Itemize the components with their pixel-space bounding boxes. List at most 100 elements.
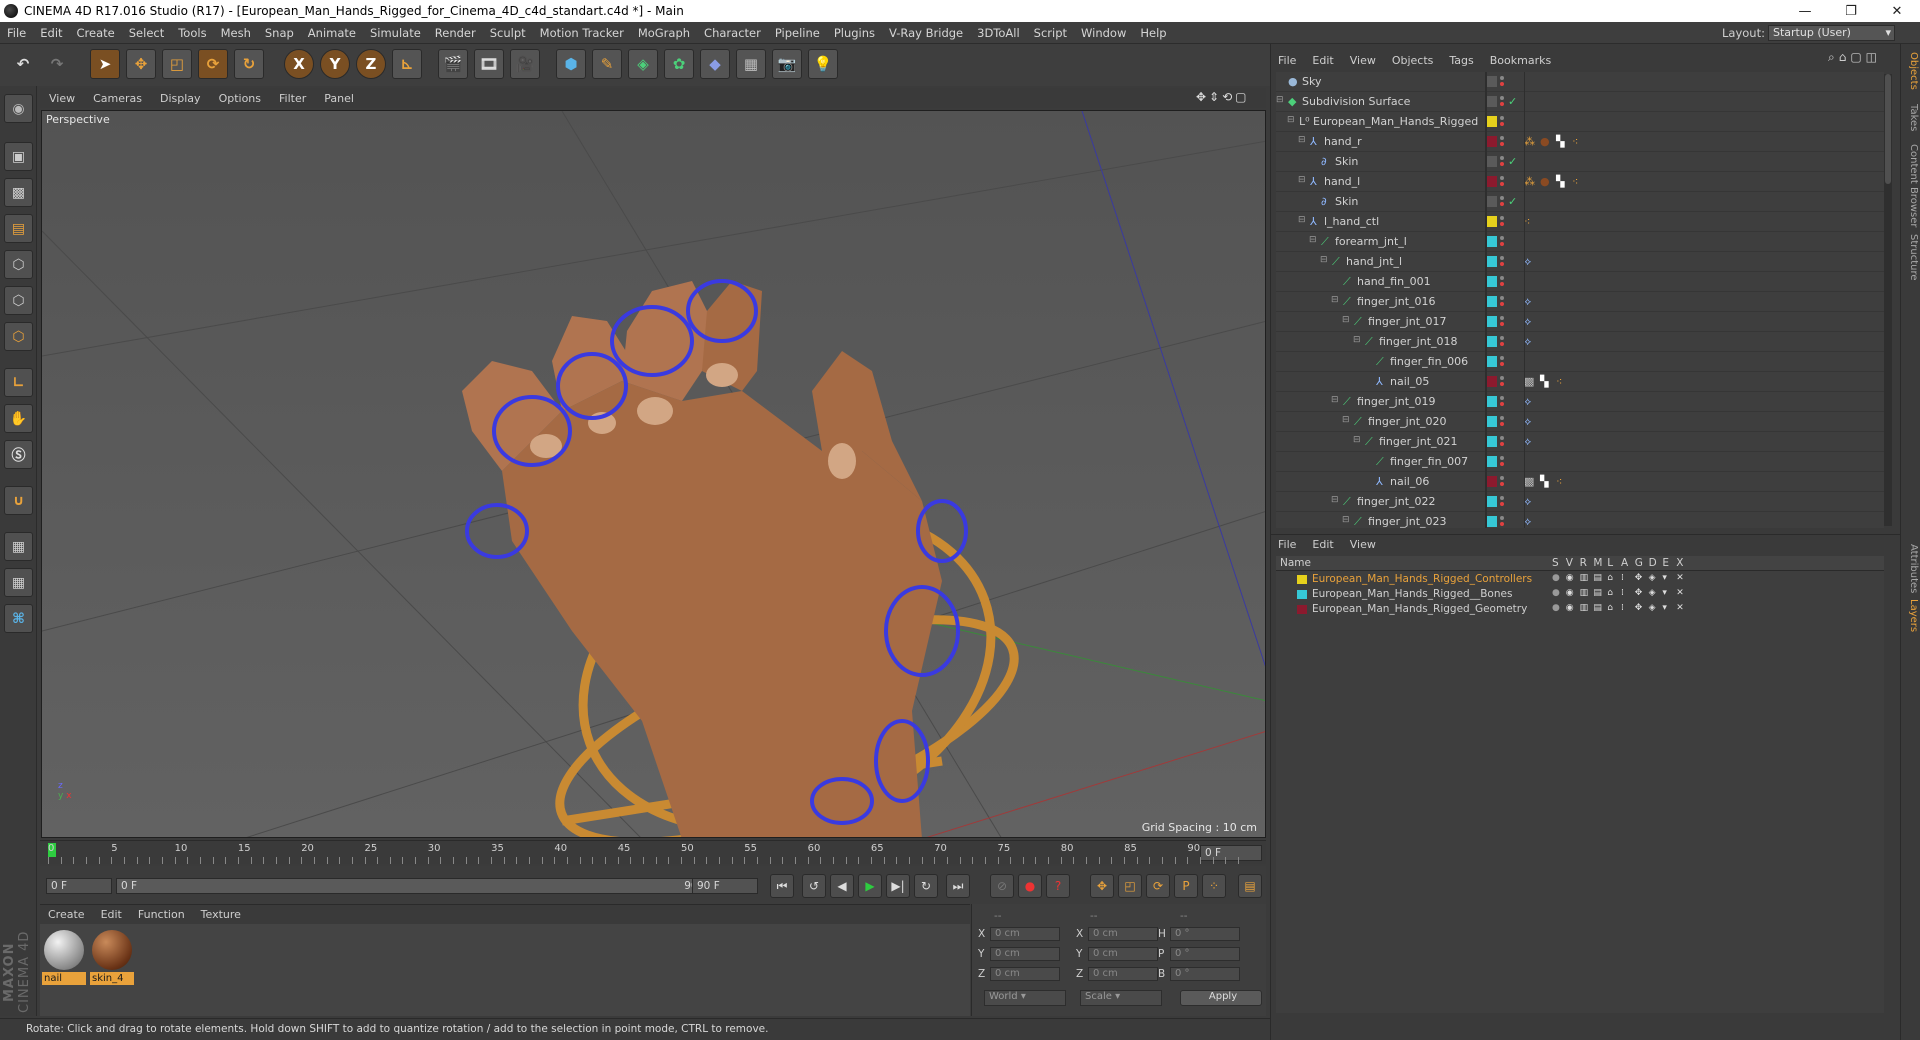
constraint-tag-icon[interactable]: ⟡ [1524, 435, 1538, 449]
visibility-dots-icon[interactable] [1500, 215, 1505, 229]
deformer-icon[interactable]: ◆ [700, 49, 730, 79]
viewport-menu-panel[interactable]: Panel [315, 92, 363, 105]
object-row[interactable]: ⟋ finger_fin_006 [1276, 352, 1884, 372]
menu-file[interactable]: File [0, 26, 33, 40]
menu-pipeline[interactable]: Pipeline [768, 26, 827, 40]
expand-toggle-icon[interactable]: ⊟ [1342, 315, 1354, 327]
column-divider[interactable] [1524, 72, 1525, 528]
constraint-tag-icon[interactable]: ⟡ [1524, 315, 1538, 329]
visibility-dots-icon[interactable] [1500, 515, 1505, 528]
expand-toggle-icon[interactable] [1364, 475, 1376, 487]
expand-toggle-icon[interactable] [1364, 375, 1376, 387]
layer-color-swatch[interactable] [1297, 605, 1307, 614]
visibility-dots-icon[interactable] [1500, 495, 1505, 509]
menu-select[interactable]: Select [122, 26, 171, 40]
scrollbar-thumb[interactable] [1885, 74, 1891, 184]
material-tag-icon[interactable]: ▩ [1524, 375, 1538, 389]
layer-menu-view[interactable]: View [1342, 538, 1384, 551]
layer-flag-icon[interactable]: ✕ [1676, 588, 1684, 598]
object-row[interactable]: ⟋ finger_fin_007 [1276, 452, 1884, 472]
next-key-icon[interactable]: ↻ [914, 874, 938, 898]
step-forward-icon[interactable]: ▶| [886, 874, 910, 898]
scale-icon[interactable]: ◰ [162, 49, 192, 79]
layer-flag-icon[interactable]: ✥ [1635, 573, 1643, 583]
layer-row[interactable]: European_Man_Hands_Rigged_Geometry ● ◉ ▥ ▤ ⌂ ⁞… [1276, 602, 1884, 617]
timeline-ruler[interactable]: 0 F 0 5 10 15 20 25 30 35 40 45 50 55 60 65 70 75 80 85 90 [40, 840, 1266, 864]
side-tab-objects[interactable]: Objects [1903, 52, 1919, 90]
z-axis-lock[interactable]: Z [356, 49, 386, 79]
end-frame-field[interactable]: 90 F [692, 878, 758, 894]
expand-toggle-icon[interactable] [1309, 195, 1321, 207]
ik-tag-icon[interactable]: ⁖ [1572, 175, 1586, 189]
texture-tag-icon[interactable]: ▚ [1556, 135, 1570, 149]
step-back-icon[interactable]: ◀ [830, 874, 854, 898]
layer-flag-icon[interactable]: ● [1552, 573, 1560, 583]
material-skin[interactable]: skin_4 [90, 928, 134, 985]
menu-3dtoall[interactable]: 3DToAll [970, 26, 1027, 40]
expand-toggle-icon[interactable]: ⊟ [1298, 175, 1310, 187]
visibility-dots-icon[interactable] [1500, 95, 1505, 109]
menu-create[interactable]: Create [70, 26, 122, 40]
polygons-mode-icon[interactable]: ⬡ [4, 322, 33, 351]
material-tag-icon[interactable]: ▩ [1524, 475, 1538, 489]
visibility-dots-icon[interactable] [1500, 415, 1505, 429]
object-row[interactable]: ⊟ ⟋ finger_jnt_020 ⟡ [1276, 412, 1884, 432]
menu-character[interactable]: Character [697, 26, 768, 40]
viewport-menu-cameras[interactable]: Cameras [84, 92, 151, 105]
edges-mode-icon[interactable]: ⬡ [4, 286, 33, 315]
expand-toggle-icon[interactable]: ⊟ [1353, 335, 1365, 347]
layer-flag-icon[interactable]: ✕ [1676, 603, 1684, 613]
coordinate-system-icon[interactable]: ⊾ [392, 49, 422, 79]
key-scale-icon[interactable]: ◰ [1118, 874, 1142, 898]
column-divider[interactable] [1485, 72, 1487, 528]
x-axis-lock[interactable]: X [284, 49, 314, 79]
texture-mode-icon[interactable]: ▩ [4, 178, 33, 207]
model-mode-icon[interactable]: ▣ [4, 142, 33, 171]
visibility-dots-icon[interactable] [1500, 235, 1505, 249]
coordinate-field[interactable]: 0 ° [1170, 967, 1240, 981]
visibility-dots-icon[interactable] [1500, 355, 1505, 369]
object-row[interactable]: ⊟ ⅄ hand_r ⁂ ● ▚ ⁖ [1276, 132, 1884, 152]
expand-toggle-icon[interactable]: ⊟ [1342, 415, 1354, 427]
expand-toggle-icon[interactable]: ⊟ [1353, 435, 1365, 447]
layer-flag-icon[interactable]: ▤ [1593, 588, 1602, 598]
menu-mograph[interactable]: MoGraph [631, 26, 697, 40]
layer-column-s[interactable]: S [1552, 557, 1559, 569]
layer-column-l[interactable]: L [1607, 557, 1613, 569]
object-row[interactable]: ⅄ nail_06 ▩ ▚ ⁖ [1276, 472, 1884, 492]
close-button[interactable]: ✕ [1874, 0, 1920, 22]
constraint-tag-icon[interactable]: ⟡ [1524, 255, 1538, 269]
visibility-dots-icon[interactable] [1500, 375, 1505, 389]
render-view-icon[interactable]: 🎬 [438, 49, 468, 79]
layer-flag-icon[interactable]: ✥ [1635, 588, 1643, 598]
material-menu-function[interactable]: Function [130, 908, 193, 921]
layer-flag-icon[interactable]: ▾ [1662, 603, 1667, 613]
texture-tag-icon[interactable]: ▚ [1540, 475, 1554, 489]
tweak-mode-icon[interactable]: ✋ [4, 404, 33, 433]
autokey-icon[interactable]: ? [1046, 874, 1070, 898]
menu-v-ray-bridge[interactable]: V-Ray Bridge [882, 26, 970, 40]
layer-flag-icon[interactable]: ● [1552, 603, 1560, 613]
layer-column-x[interactable]: X [1676, 557, 1683, 569]
python-icon[interactable]: ⌘ [4, 604, 33, 633]
expand-toggle-icon[interactable]: ⊟ [1298, 215, 1310, 227]
object-menu-view[interactable]: View [1342, 54, 1384, 67]
texture-tag-icon[interactable]: ▚ [1540, 375, 1554, 389]
object-row[interactable]: ∂ Skin ✓ [1276, 152, 1884, 172]
side-tab-structure[interactable]: Structure [1903, 234, 1919, 281]
ik-tag-icon[interactable]: ⁖ [1556, 475, 1570, 489]
coordinate-field[interactable]: 0 cm [990, 967, 1060, 981]
menu-plugins[interactable]: Plugins [827, 26, 882, 40]
timeline-window-icon[interactable]: ▤ [1238, 874, 1262, 898]
axis-mode-icon[interactable]: ∟ [4, 368, 33, 397]
expand-toggle-icon[interactable] [1276, 75, 1288, 87]
floor-icon[interactable]: ▦ [736, 49, 766, 79]
layer-flag-icon[interactable]: ▥ [1580, 603, 1589, 613]
layer-column-e[interactable]: E [1662, 557, 1669, 569]
layer-flag-icon[interactable]: ⌂ [1607, 588, 1613, 598]
layer-flag-icon[interactable]: ▥ [1580, 588, 1589, 598]
key-pla-icon[interactable]: ⁘ [1202, 874, 1226, 898]
menu-sculpt[interactable]: Sculpt [483, 26, 533, 40]
coordinate-mode-select[interactable]: World ▾ [984, 990, 1066, 1006]
layer-column-r[interactable]: R [1580, 557, 1587, 569]
